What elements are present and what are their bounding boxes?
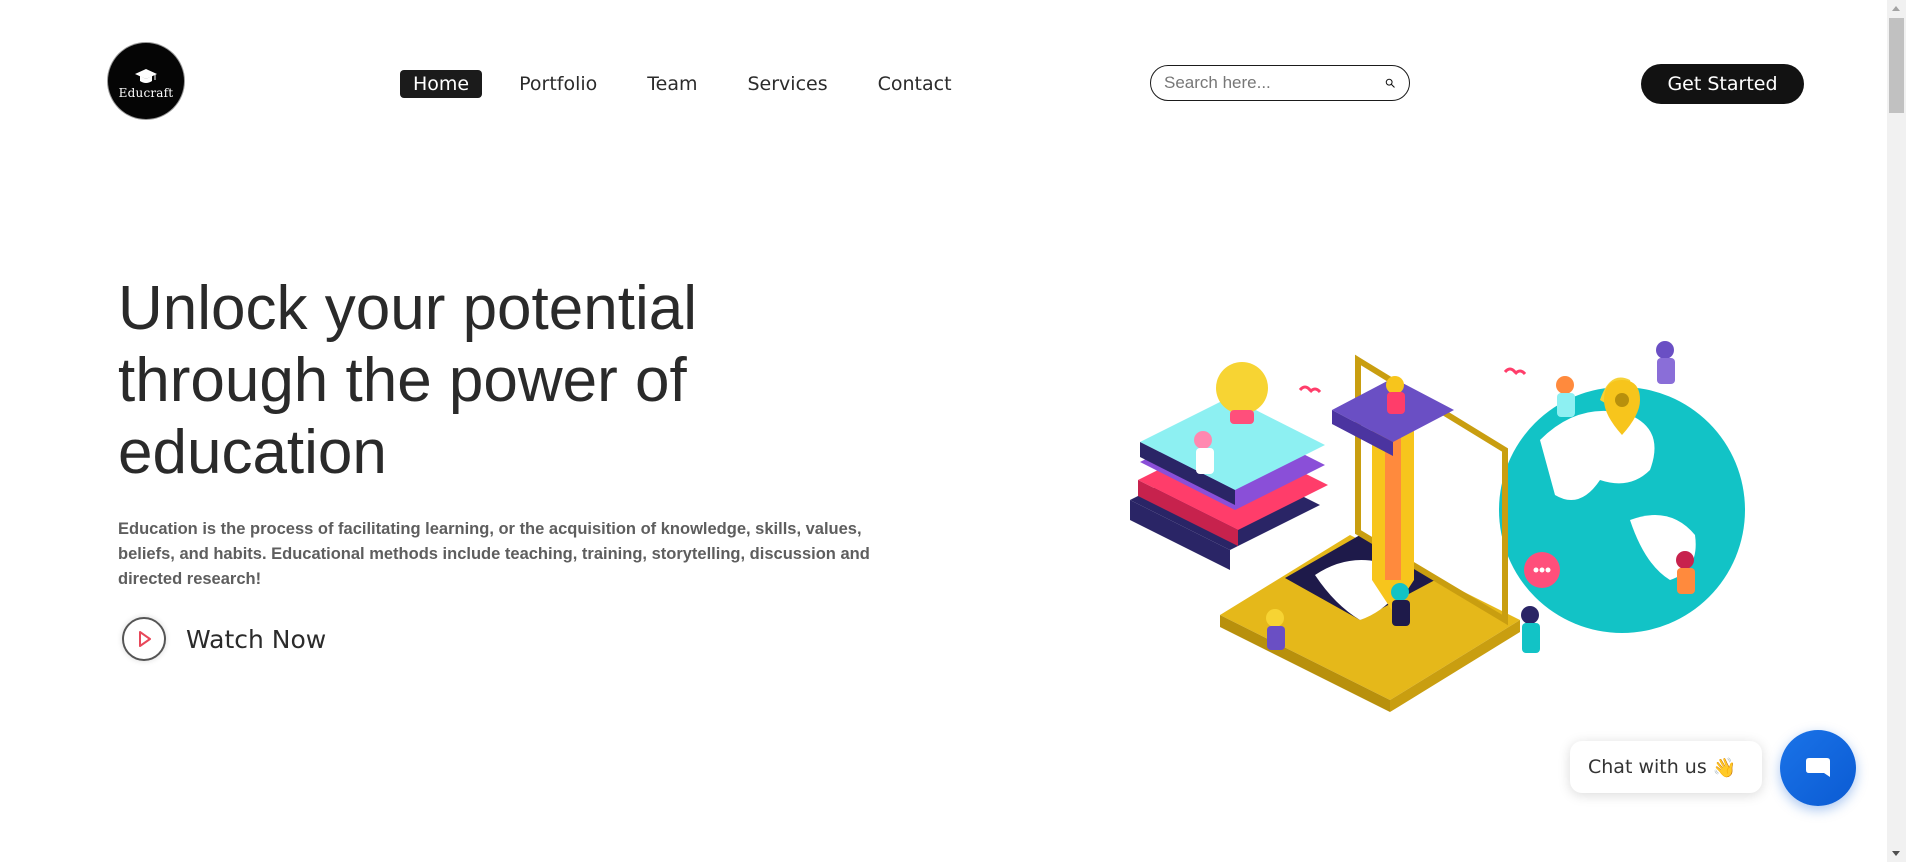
watch-now-label: Watch Now [186,624,327,654]
scroll-up-arrow-icon[interactable] [1892,6,1900,11]
chat-icon [1806,758,1830,777]
logo[interactable]: Educraft [108,43,184,119]
chat-launcher-button[interactable] [1780,730,1856,806]
scrollbar[interactable] [1887,0,1906,862]
hero-description: Education is the process of facilitating… [118,520,870,588]
logo-text: Educraft [118,85,174,100]
education-illustration [1130,341,1745,712]
graduation-cap-icon [135,68,157,83]
search-icon[interactable] [1385,70,1395,96]
play-circle[interactable] [122,617,166,661]
get-started-button[interactable]: Get Started [1641,64,1804,104]
nav-contact[interactable]: Contact [865,70,965,98]
hero-title: Unlock your potential through the power … [118,274,697,487]
chat-label: Chat with us [1588,756,1707,778]
main-nav: Home Portfolio Team Services Contact [400,70,989,98]
nav-team[interactable]: Team [634,70,710,98]
watch-now-button[interactable]: Watch Now [122,617,326,661]
nav-portfolio[interactable]: Portfolio [506,70,610,98]
wave-icon: 👋 [1712,756,1737,779]
nav-home[interactable]: Home [400,70,483,98]
chat-with-us-bubble[interactable]: Chat with us 👋 [1570,741,1762,793]
scroll-down-arrow-icon[interactable] [1892,851,1900,856]
search-box [1150,65,1410,101]
books-illustration [1130,397,1328,570]
scrollbar-thumb[interactable] [1889,18,1904,113]
play-icon [139,631,151,647]
search-input[interactable] [1151,68,1385,98]
nav-services[interactable]: Services [735,70,841,98]
